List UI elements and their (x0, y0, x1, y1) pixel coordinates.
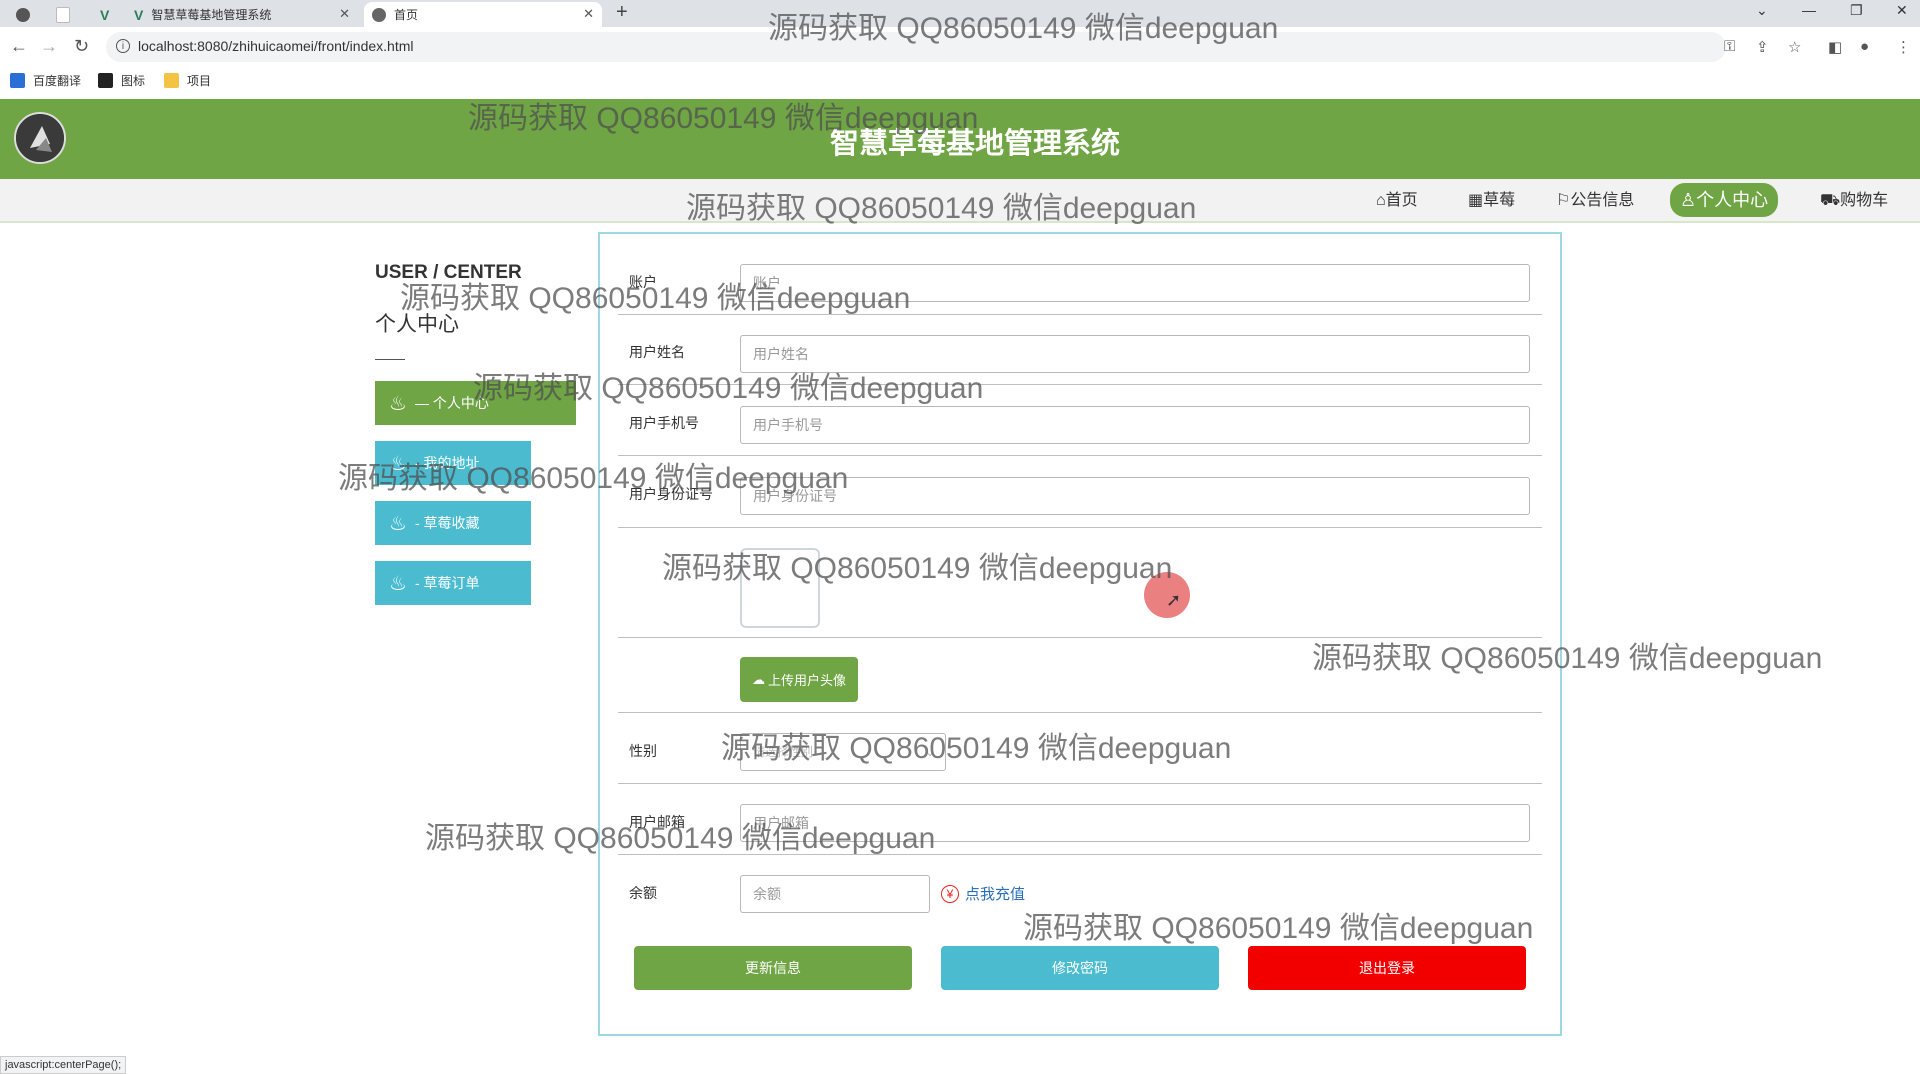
sidebar-item-favorites[interactable]: ♨ - 草莓收藏 (375, 501, 531, 545)
flag-icon: ⚐ (1556, 192, 1571, 209)
field-label-balance: 余额 (629, 885, 657, 901)
bookmarks-bar (0, 67, 1920, 100)
profile-icon[interactable]: ● (1860, 38, 1869, 55)
field-label-email: 用户邮箱 (629, 814, 685, 830)
reload-icon[interactable]: ↻ (74, 36, 89, 57)
browser-tab[interactable] (8, 2, 38, 27)
email-input[interactable]: 用户邮箱 (740, 804, 1530, 842)
new-tab-button[interactable]: + (616, 1, 628, 24)
vue-icon: V (100, 6, 110, 23)
mouse-pointer-icon: ➚ (1166, 590, 1182, 610)
update-info-button[interactable]: 更新信息 (634, 946, 912, 990)
row-divider (618, 455, 1542, 456)
image-icon (98, 73, 113, 88)
bookmark-item[interactable]: 项目 (164, 72, 211, 89)
flame-icon: ♨ (389, 452, 407, 475)
user-icon: ♙ (1680, 190, 1697, 210)
flame-icon: ♨ (389, 392, 407, 415)
avatar-preview[interactable] (740, 548, 820, 628)
globe-icon (372, 7, 386, 22)
vue-icon: V (134, 6, 144, 23)
sidebar-item-address[interactable]: ♨ - 我的地址 (375, 441, 531, 485)
key-icon[interactable]: ⚿ (1724, 38, 1735, 55)
share-icon[interactable]: ⇪ (1756, 38, 1769, 56)
tab-label: 智慧草莓基地管理系统 (151, 8, 272, 22)
upload-avatar-button[interactable]: ☁ 上传用户头像 (740, 657, 858, 702)
phone-input[interactable]: 用户手机号 (740, 406, 1530, 444)
cart-icon: ⛟ (1820, 192, 1841, 209)
field-label-id-card: 用户身份证号 (629, 486, 713, 502)
browser-tab[interactable] (48, 2, 78, 27)
row-divider (618, 527, 1542, 528)
site-logo[interactable] (14, 112, 66, 164)
close-icon[interactable]: ✕ (583, 6, 594, 22)
minimize-icon[interactable]: — (1802, 2, 1816, 18)
tab-label: 首页 (394, 8, 419, 22)
row-divider (618, 712, 1542, 713)
sidebar-title-en: USER / CENTER (375, 262, 522, 283)
gender-select[interactable]: 请选择性别 ⌄ (740, 733, 946, 771)
recharge-link[interactable]: ¥ 点我充值 (941, 883, 1025, 904)
bookmark-item[interactable]: 百度翻译 (10, 72, 81, 89)
status-bar: javascript:centerPage(); (0, 1056, 127, 1074)
folder-icon (164, 73, 179, 88)
close-icon[interactable]: ✕ (339, 6, 350, 22)
cloud-upload-icon: ☁ (751, 671, 765, 687)
logout-button[interactable]: 退出登录 (1248, 946, 1526, 990)
balance-input[interactable]: 余额 (740, 875, 930, 913)
url-text[interactable]: localhost:8080/zhihuicaomei/front/index.… (138, 38, 414, 54)
restore-icon[interactable]: ❐ (1850, 2, 1863, 19)
chevron-down-icon: ⌄ (924, 745, 935, 759)
row-divider (618, 783, 1542, 784)
more-icon[interactable]: ⋮ (1896, 38, 1911, 56)
forward-arrow-icon[interactable]: → (40, 36, 58, 57)
name-input[interactable]: 用户姓名 (740, 335, 1530, 373)
id-card-input[interactable]: 用户身份证号 (740, 477, 1530, 515)
yen-icon: ¥ (941, 884, 959, 903)
row-divider (618, 384, 1542, 385)
sidepanel-icon[interactable]: ◧ (1828, 38, 1842, 56)
page-icon (56, 6, 70, 23)
row-divider (618, 854, 1542, 855)
globe-icon (16, 7, 30, 22)
nav-user-center[interactable]: ♙个人中心 (1670, 183, 1779, 217)
nav-announcements[interactable]: ⚐公告信息 (1556, 188, 1634, 214)
chevron-down-icon[interactable]: ⌄ (1756, 2, 1768, 19)
row-divider (618, 637, 1542, 638)
sidebar-title-cn: 个人中心 (375, 313, 459, 336)
bookmark-item[interactable]: 图标 (98, 72, 145, 89)
flame-icon: ♨ (389, 512, 407, 535)
sidebar-item-orders[interactable]: ♨ - 草莓订单 (375, 561, 531, 605)
logo-icon (16, 114, 64, 162)
field-label-name: 用户姓名 (629, 344, 685, 360)
field-label-account: 账户 (629, 274, 657, 290)
info-icon[interactable]: i (116, 39, 130, 53)
field-label-phone: 用户手机号 (629, 415, 699, 431)
browser-tab-system[interactable]: V 智慧草莓基地管理系统 ✕ (126, 2, 358, 27)
field-label-gender: 性别 (629, 743, 657, 759)
site-title: 智慧草莓基地管理系统 (829, 128, 1120, 160)
browser-tab-home[interactable]: 首页 ✕ (364, 2, 602, 27)
close-window-icon[interactable]: ✕ (1896, 2, 1908, 19)
nav-cart[interactable]: ⛟购物车 (1820, 188, 1888, 214)
back-arrow-icon[interactable]: ← (10, 36, 28, 57)
translate-icon (10, 73, 25, 88)
home-icon: ⌂ (1376, 192, 1386, 209)
change-password-button[interactable]: 修改密码 (941, 946, 1219, 990)
account-input[interactable]: 账户 (740, 264, 1530, 302)
flame-icon: ♨ (389, 572, 407, 595)
row-divider (618, 314, 1542, 315)
sidebar-divider (375, 359, 405, 360)
nav-home[interactable]: ⌂首页 (1376, 188, 1418, 214)
star-icon[interactable]: ☆ (1788, 38, 1801, 56)
sidebar-item-user-center[interactable]: ♨ — 个人中心 (375, 381, 576, 425)
grid-icon: ▦ (1468, 192, 1484, 209)
browser-tab[interactable]: V (92, 2, 122, 27)
nav-strawberry[interactable]: ▦草莓 (1468, 188, 1515, 214)
